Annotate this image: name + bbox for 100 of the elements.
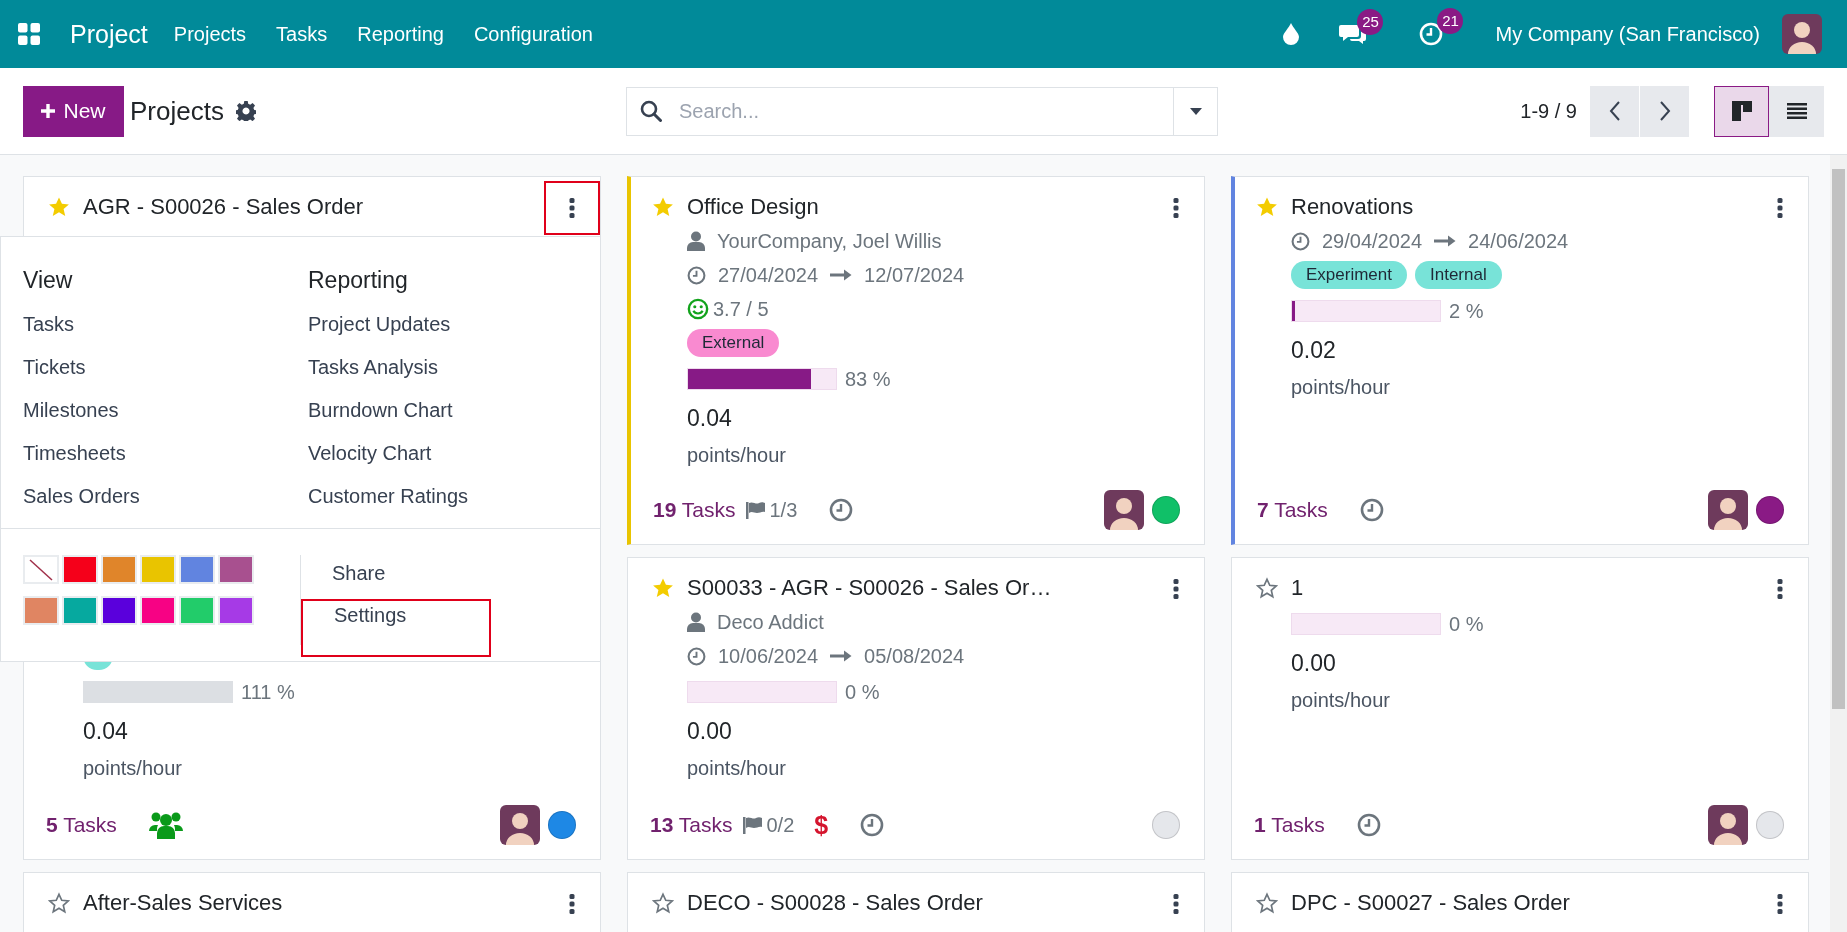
progress-label: 2 % [1449, 299, 1484, 323]
project-card[interactable]: Renovations 29/04/2024 24/06/2024 Experiment Internal 2 % 0.02 points/hour 7 Tasks [1231, 176, 1809, 545]
scrollbar-thumb[interactable] [1832, 169, 1845, 709]
tag: Experiment [1291, 261, 1407, 289]
company-switcher[interactable]: My Company (San Francisco) [1495, 22, 1760, 46]
star-outline-icon[interactable] [1256, 892, 1278, 914]
nav-menu-item[interactable]: Configuration [473, 22, 593, 46]
nav-menu-item[interactable]: Tasks [276, 22, 328, 46]
activity-clock-icon[interactable] [860, 813, 885, 837]
avatar-icon[interactable] [1708, 805, 1748, 845]
tasks-link[interactable]: 13 Tasks [650, 813, 733, 837]
project-card[interactable]: 1 0 % 0.00 points/hour 1 Tasks [1231, 557, 1809, 860]
color-swatch[interactable] [179, 555, 215, 584]
color-swatch[interactable] [62, 555, 98, 584]
user-avatar[interactable] [1782, 14, 1822, 54]
menu-item[interactable]: Customer Ratings [308, 479, 571, 522]
scrollbar[interactable] [1830, 155, 1847, 932]
project-name: DECO - S00028 - Sales Order [687, 889, 984, 917]
menu-section-header: View [23, 266, 74, 295]
water-drop-icon[interactable] [1283, 23, 1300, 45]
status-dot[interactable] [1756, 496, 1784, 524]
flag-icon [745, 501, 765, 519]
menu-item[interactable]: Tasks [23, 307, 286, 350]
project-card[interactable]: DECO - S00028 - Sales Order [627, 872, 1205, 932]
previous-button[interactable] [1590, 85, 1639, 137]
menu-section-header: Reporting [308, 266, 409, 295]
arrow-right-icon [1434, 235, 1457, 247]
star-outline-icon[interactable] [48, 892, 70, 914]
activity-clock-icon[interactable] [829, 498, 854, 522]
settings-icon[interactable] [235, 101, 256, 121]
project-card[interactable]: S00033 - AGR - S00026 - Sales Or… Deco Addict 10/06/2024 05/08/2024 0 % 0.00 points/hour 13 Tasks 0/2 $ [627, 557, 1205, 860]
activity-clock-icon[interactable] [1356, 813, 1381, 837]
people-icon[interactable] [148, 811, 183, 839]
menu-item[interactable]: Sales Orders [23, 479, 286, 522]
project-name: S00033 - AGR - S00026 - Sales Or… [687, 574, 1053, 602]
color-swatch[interactable] [140, 596, 176, 625]
menu-item[interactable]: Milestones [23, 393, 286, 436]
project-name: AGR - S00026 - Sales Order [83, 193, 364, 221]
chevron-right-icon [1658, 101, 1671, 121]
list-view-button[interactable] [1769, 85, 1824, 137]
project-name: After-Sales Services [83, 889, 284, 917]
activity-clock-icon[interactable] [1359, 498, 1384, 522]
color-swatch[interactable] [218, 555, 254, 584]
app-name[interactable]: Project [70, 19, 148, 49]
avatar-icon[interactable] [500, 805, 540, 845]
color-swatch[interactable] [179, 596, 215, 625]
search-field[interactable]: Search... [626, 86, 1174, 136]
menu-item[interactable]: Share [301, 555, 461, 595]
menu-item[interactable]: Settings [301, 599, 491, 657]
color-swatch[interactable] [218, 596, 254, 625]
color-swatch[interactable] [23, 596, 59, 625]
velocity-unit: points/hour [1291, 375, 1391, 400]
menu-item[interactable]: Timesheets [23, 436, 286, 479]
no-color-swatch[interactable] [23, 555, 59, 584]
menu-item[interactable]: Velocity Chart [308, 436, 571, 479]
menu-item[interactable]: Tickets [23, 350, 286, 393]
menu-item[interactable]: Tasks Analysis [308, 350, 571, 393]
status-dot[interactable] [1152, 811, 1180, 839]
project-name: Renovations [1291, 193, 1415, 221]
star-icon[interactable] [652, 196, 674, 218]
project-name: 1 [1291, 574, 1305, 602]
star-icon[interactable] [48, 196, 70, 218]
project-card[interactable]: Office Design YourCompany, Joel Willis 27/04/2024 12/07/2024 3.7 / 5 External 83 % 0.04 points/hour 19 Tasks 1/3 [627, 176, 1205, 545]
card-menu-button[interactable] [544, 181, 600, 235]
nav-menu-item[interactable]: Projects [173, 22, 247, 46]
tasks-link[interactable]: 19 Tasks [653, 498, 736, 522]
velocity-value: 0.00 [1291, 649, 1337, 678]
project-card[interactable]: After-Sales Services [23, 872, 601, 932]
kanban-view-button[interactable] [1714, 85, 1769, 137]
next-button[interactable] [1640, 85, 1689, 137]
progress-label: 0 % [845, 680, 880, 704]
menu-item[interactable]: Burndown Chart [308, 393, 571, 436]
kebab-icon [1777, 198, 1783, 218]
invoice-icon[interactable]: $ [814, 810, 829, 840]
menu-item[interactable]: Project Updates [308, 307, 571, 350]
nav-menu-item[interactable]: Reporting [357, 22, 444, 46]
status-dot[interactable] [548, 811, 576, 839]
tasks-link[interactable]: 5 Tasks [46, 813, 117, 837]
color-swatch[interactable] [62, 596, 98, 625]
color-swatch[interactable] [101, 555, 137, 584]
star-outline-icon[interactable] [652, 892, 674, 914]
caret-icon [1189, 107, 1202, 115]
star-outline-icon[interactable] [1256, 577, 1278, 599]
slash-icon [28, 558, 54, 581]
tasks-link[interactable]: 7 Tasks [1257, 498, 1328, 522]
status-dot[interactable] [1152, 496, 1180, 524]
avatar-icon[interactable] [1708, 490, 1748, 530]
new-button[interactable]: New [23, 85, 124, 137]
velocity-value: 0.04 [83, 717, 129, 746]
star-icon[interactable] [1256, 196, 1278, 218]
avatar-icon[interactable] [1104, 490, 1144, 530]
star-icon[interactable] [652, 577, 674, 599]
project-card[interactable]: DPC - S00027 - Sales Order [1231, 872, 1809, 932]
color-swatch[interactable] [140, 555, 176, 584]
tasks-link[interactable]: 1 Tasks [1254, 813, 1325, 837]
color-swatch[interactable] [101, 596, 137, 625]
project-name: Office Design [687, 193, 820, 221]
apps-menu-icon[interactable] [18, 23, 40, 45]
status-dot[interactable] [1756, 811, 1784, 839]
milestone-count: 0/2 [766, 813, 795, 837]
